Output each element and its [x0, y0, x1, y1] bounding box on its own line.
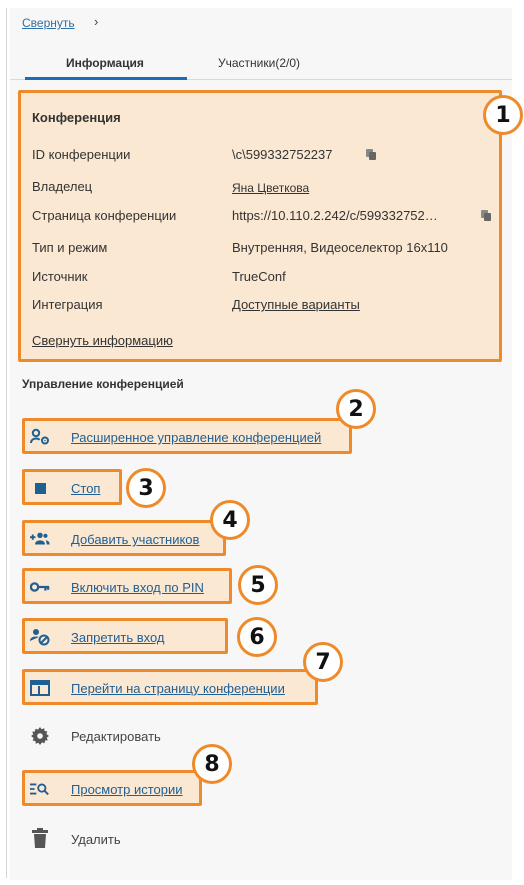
key-icon	[30, 577, 50, 597]
browser-window-icon	[30, 678, 50, 698]
edit-button[interactable]: Редактировать	[71, 729, 161, 744]
deny-entry-button[interactable]: Запретить вход	[71, 630, 165, 645]
callout-badge-8: 8	[192, 744, 232, 784]
tab-bar: Информация Участники(2/0)	[10, 44, 512, 80]
conference-page-label: Страница конференции	[32, 208, 177, 223]
view-history-button[interactable]: Просмотр истории	[71, 782, 183, 797]
callout-badge-5: 5	[238, 565, 278, 605]
trash-icon	[30, 828, 50, 848]
gear-icon	[30, 726, 50, 746]
collapse-panel-link[interactable]: Свернуть	[22, 16, 75, 30]
callout-badge-3: 3	[126, 468, 166, 508]
stop-icon	[30, 478, 50, 498]
type-mode-label: Тип и режим	[32, 240, 108, 255]
source-label: Источник	[32, 269, 88, 284]
conference-id-label: ID конференции	[32, 147, 131, 162]
advanced-management-link[interactable]: Расширенное управление конференцией	[71, 430, 321, 445]
stop-button[interactable]: Стоп	[71, 481, 100, 496]
management-title: Управление конференцией	[22, 377, 184, 391]
chevron-right-icon[interactable]: ›	[94, 14, 98, 29]
add-participants-button[interactable]: Добавить участников	[71, 532, 199, 547]
owner-link[interactable]: Яна Цветкова	[232, 181, 309, 195]
collapse-info-link[interactable]: Свернуть информацию	[32, 333, 173, 348]
callout-badge-6: 6	[237, 617, 277, 657]
delete-button[interactable]: Удалить	[71, 832, 121, 847]
active-tab-indicator	[25, 77, 187, 80]
conference-id-value: \c\599332752237	[232, 147, 333, 162]
callout-badge-2: 2	[336, 389, 376, 429]
owner-label: Владелец	[32, 179, 93, 194]
integration-label: Интеграция	[32, 297, 103, 312]
callout-badge-7: 7	[303, 642, 343, 682]
copy-icon[interactable]	[481, 210, 491, 221]
conference-page-url: https://10.110.2.242/c/599332752…	[232, 208, 438, 223]
tab-participants[interactable]: Участники(2/0)	[218, 56, 300, 70]
user-block-icon	[30, 627, 50, 647]
type-mode-value: Внутренняя, Видеоселектор 16x110	[232, 240, 448, 255]
user-settings-icon	[30, 427, 50, 447]
tab-information[interactable]: Информация	[66, 56, 144, 70]
integration-options-link[interactable]: Доступные варианты	[232, 297, 360, 312]
callout-badge-1: 1	[483, 95, 523, 135]
enable-pin-button[interactable]: Включить вход по PIN	[71, 580, 204, 595]
copy-icon[interactable]	[366, 149, 376, 160]
source-value: TrueConf	[232, 269, 286, 284]
go-to-conference-page-button[interactable]: Перейти на страницу конференции	[71, 681, 285, 696]
conference-info-highlight	[18, 90, 502, 362]
conference-info-title: Конференция	[32, 110, 121, 125]
add-users-icon	[30, 529, 50, 549]
history-search-icon	[30, 779, 50, 799]
callout-badge-4: 4	[210, 500, 250, 540]
left-divider	[6, 8, 7, 878]
